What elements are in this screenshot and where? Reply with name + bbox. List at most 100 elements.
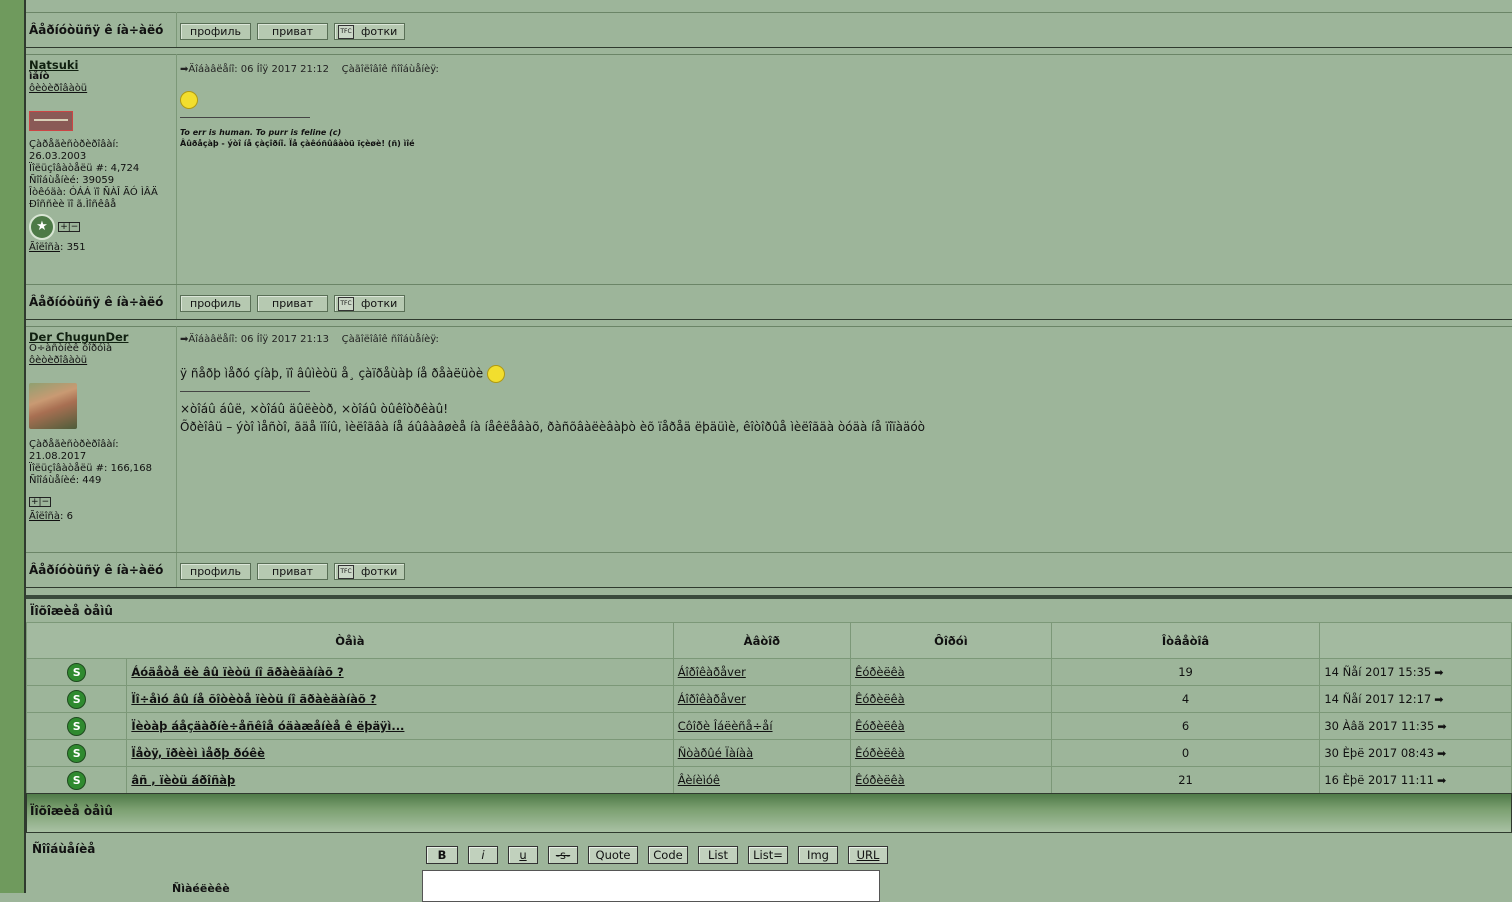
image-button[interactable]: Img [798,846,838,864]
underline-button[interactable]: u [508,846,538,864]
profile-button[interactable]: профиль [180,23,251,40]
similar-topics-footer-bar [26,793,1512,833]
last-post-date: 30 Àâã 2017 11:35 [1324,719,1435,733]
topic-status-icon: S [67,716,87,736]
author-link[interactable]: Ñòàðûé Ïàíàà [678,746,753,760]
action-buttons: профиль приват TFC фотки [180,563,405,580]
topic-link[interactable]: Ïåòÿ, ïðèèì ìåðþ ðóêè [131,746,265,760]
photos-button[interactable]: TFC фотки [334,295,405,312]
similar-topics-footer-label: Ïîõîæèå òåìû [30,804,113,818]
reply-count: 21 [1050,766,1321,794]
goto-last-post-icon[interactable]: ➡ [1437,720,1446,733]
reply-textarea[interactable] [422,870,880,902]
author-rank-link[interactable]: ôèòèðîâàòü [29,355,152,367]
author-status: Ö÷àñòíèê ôîðóìà [29,343,113,354]
author-rank-link[interactable]: ôèòèðîâàòü [29,83,169,95]
list-button[interactable]: List [698,846,738,864]
forum-link[interactable]: Êóðèëêà [855,746,905,760]
location: Îòêóäà: ÓÁÁ ïî ÑÀÎ ÃÓ ÌÂÄ Ðîññèè ïî ã.Ìî… [29,187,158,210]
star-icon: ★ [29,214,55,240]
author-nickname[interactable]: Der ChugunDer [29,331,152,343]
regdate: 21.08.2017 [29,451,87,462]
private-message-button[interactable]: приват [257,23,328,40]
forum-link[interactable]: Êóðèëêà [855,719,905,733]
reply-count: 19 [1050,658,1321,686]
author-link[interactable]: Áîðîêàðåver [678,692,746,706]
table-row: S Áóäåòå ëè âû ïèòü íî ãðàèäàíàõ ? Áîðîê… [25,658,1512,686]
goto-last-post-icon[interactable]: ➡ [1437,747,1446,760]
votes-link[interactable]: Ãîëîñà [29,511,60,522]
profile-button[interactable]: профиль [180,563,251,580]
signature-line-1: To err is human. To purr is feline (c) [180,128,342,137]
private-message-button[interactable]: приват [257,295,328,312]
col-topic: Òåìà [26,622,674,659]
reply-count: 4 [1050,685,1321,713]
goto-last-post-icon[interactable]: ➡ [1434,693,1443,706]
back-to-top-label: Âåðíóòüñÿ ê íà÷àëó [29,295,164,309]
message-count: Ñîîáùåíèé: 449 [29,475,102,486]
last-post-date: 16 Èþë 2017 11:11 [1324,773,1435,787]
private-message-button[interactable]: приват [257,563,328,580]
table-row: S âñ , ïèòü áðîñàþ Âèíèìóê Êóðèëêà 21 16… [25,766,1512,794]
left-decor-strip [0,0,24,893]
author-link[interactable]: Âèíèìóê [678,773,720,787]
bold-button[interactable]: B [426,846,458,864]
last-post-date: 14 Ñåí 2017 12:17 [1324,692,1432,706]
table-row: S Ïèòàþ áåçäàðíè÷åñêîå óäàæåíèå ê ëþäÿì.… [25,712,1512,740]
code-button[interactable]: Code [648,846,688,864]
topic-status-icon: S [67,662,87,682]
editor-toolbar: B i u -s- Quote Code List List= Img URL [426,846,888,864]
message-count: Ñîîáùåíèé: 39059 [29,175,115,186]
photos-button[interactable]: TFC фотки [334,563,405,580]
back-to-top-label: Âåðíóòüñÿ ê íà÷àëó [29,563,164,577]
author-link[interactable]: Côîðè Îáëèñå÷åí [678,719,773,733]
forum-link[interactable]: Êóðèëêà [855,665,905,679]
smilies-label: Ñìàéëèêè [172,882,230,895]
ordered-list-button[interactable]: List= [748,846,788,864]
tfc-icon: TFC [338,296,354,311]
smiley-icon [180,91,198,109]
col-last-post [1319,622,1512,659]
author-link[interactable]: Áîðîêàðåver [678,665,746,679]
tfc-icon: TFC [338,564,354,579]
col-forum: Ôîðóì [850,622,1052,659]
author-status: ìåíò [29,71,50,82]
table-row: S Ïåòÿ, ïðèèì ìåðþ ðóêè Ñòàðûé Ïàíàà Êóð… [25,739,1512,767]
post-subject-label: Çàãîëîâîê ñîîáùåíèÿ: [341,64,439,75]
topic-link[interactable]: Áóäåòå ëè âû ïèòü íî ãðàèäàíàõ ? [131,665,343,679]
author-nickname[interactable]: Natsuki [29,59,169,71]
goto-last-post-icon[interactable]: ➡ [1434,666,1443,679]
post-body: ➡Äîáàâëåíî: 06 Íîÿ 2017 21:13 Çàãîëîâîê … [180,334,925,434]
post-author-panel: Der ChugunDer Ö÷àñòíèê ôîðóìà ôèòèðîâàòü… [29,331,152,523]
signature-line-2: Âûðåçàþ - ýòî íå çàçîðíî. Ïå çàêóñûâàòü … [180,139,415,148]
post-text: ÿ ñåðþ ìåðó çíàþ, ïî âûìèòü å¸ çàïðåùàþ … [180,366,484,381]
smiley-icon [486,365,505,383]
reply-message-label: Ñîîáùåíèå [32,842,96,856]
goto-last-post-icon[interactable]: ➡ [1437,774,1446,787]
last-post-date: 30 Èþë 2017 08:43 [1324,746,1435,760]
signature-line-2: Õðèîâü – ýòî ìåñòî, ãäå ïîíû, ìèëîãâà íå… [180,420,926,434]
avatar [29,383,77,429]
quote-button[interactable]: Quote [588,846,638,864]
vote-plus-minus-icon[interactable]: +|− [29,497,52,507]
forum-link[interactable]: Êóðèëêà [855,773,905,787]
col-replies: Îòâåòîâ [1050,622,1321,659]
topic-link[interactable]: Ïèòàþ áåçäàðíè÷åñêîå óäàæåíèå ê ëþäÿì... [131,719,404,733]
topic-status-icon: S [67,770,87,790]
vote-plus-minus-icon[interactable]: +|− [58,222,81,232]
last-post-date: 14 Ñåí 2017 15:35 [1324,665,1432,679]
forum-link[interactable]: Êóðèëêà [855,692,905,706]
topic-link[interactable]: Ïî÷åìó âû íå õîòèòå ïèòü íî ãðàèäàíàõ ? [131,692,376,706]
user-number: Ïîëüçîâàòåëü #: 4,724 [29,163,140,174]
photos-button[interactable]: TFC фотки [334,23,405,40]
profile-button[interactable]: профиль [180,295,251,312]
regdate: 26.03.2003 [29,151,87,162]
strike-button[interactable]: -s- [548,846,578,864]
votes-link[interactable]: Ãîëîñà [29,242,60,253]
post-subject-label: Çàãîëîâîê ñîîáùåíèÿ: [341,334,439,345]
url-button[interactable]: URL [848,846,888,864]
topic-status-icon: S [67,689,87,709]
italic-button[interactable]: i [468,846,498,864]
similar-topics-title: Ïîõîæèå òåìû [30,604,113,618]
topic-link[interactable]: âñ , ïèòü áðîñàþ [131,773,235,787]
